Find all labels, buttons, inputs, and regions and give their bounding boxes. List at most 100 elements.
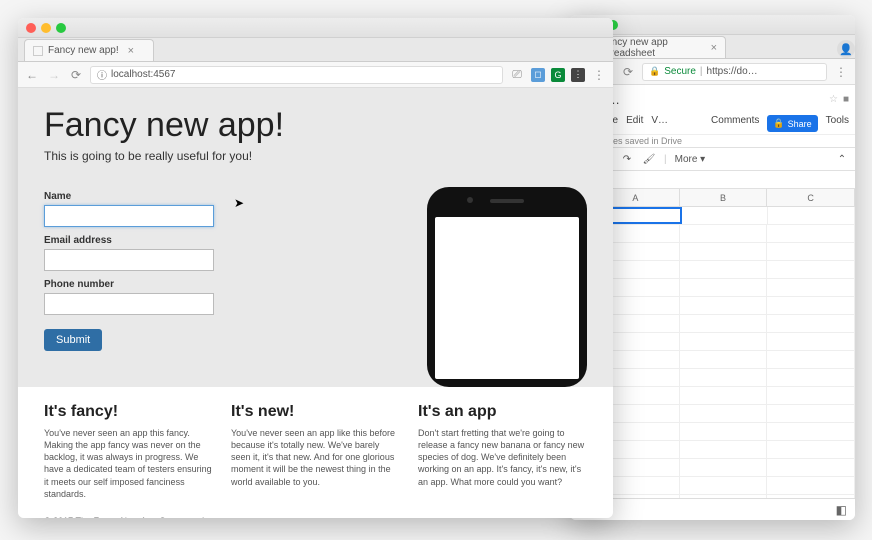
address-input[interactable]: 🔒 Secure | https://do… (642, 63, 827, 81)
cell[interactable] (767, 279, 855, 296)
cell[interactable] (680, 297, 768, 314)
name-input[interactable] (44, 205, 214, 227)
features-section: It's fancy! You've never seen an app thi… (18, 387, 613, 512)
explore-icon[interactable]: ◧ (836, 503, 847, 517)
feature-body: You've never seen an app this fancy. Mak… (44, 427, 213, 500)
cell[interactable] (767, 441, 855, 458)
extension-icon[interactable]: G (551, 68, 565, 82)
page-title: Fancy new app! (44, 106, 587, 145)
tab-title: Fancy new app spreadsheet (600, 37, 702, 59)
reload-icon[interactable]: ⟳ (620, 64, 636, 80)
comments-button[interactable]: Comments (711, 115, 759, 132)
cell[interactable] (680, 225, 768, 242)
tab-title: Fancy new app! (48, 45, 119, 56)
cell[interactable] (680, 261, 768, 278)
extension-icon[interactable]: ◻ (531, 68, 545, 82)
feature-body: You've never seen an app like this befor… (231, 427, 400, 488)
phone-screen (435, 217, 579, 379)
cell[interactable] (767, 261, 855, 278)
close-tab-icon[interactable]: × (711, 42, 717, 54)
feature-title: It's an app (418, 403, 587, 421)
folder-icon[interactable]: ■ (843, 94, 849, 105)
minimize-icon[interactable] (41, 23, 51, 33)
star-icon[interactable]: ☆ (829, 94, 838, 105)
lock-white-icon: 🔒 (773, 118, 784, 129)
cell[interactable] (767, 477, 855, 494)
signup-form: Name Email address Phone number Submit (44, 177, 407, 387)
cell[interactable] (680, 405, 768, 422)
cell[interactable] (767, 369, 855, 386)
lock-icon: 🔒 (649, 66, 660, 77)
info-icon[interactable]: ⓘ (97, 67, 107, 82)
cell[interactable] (680, 243, 768, 260)
feature-title: It's fancy! (44, 403, 213, 421)
email-input[interactable] (44, 249, 214, 271)
cell[interactable] (680, 477, 768, 494)
cell[interactable] (680, 279, 768, 296)
address-input[interactable]: ⓘ localhost:4567 (90, 66, 503, 84)
url-text: https://do… (707, 66, 758, 77)
reload-icon[interactable]: ⟳ (68, 67, 84, 83)
maximize-icon[interactable] (56, 23, 66, 33)
redo-icon[interactable]: ↷ (620, 152, 634, 166)
profile-icon[interactable]: 👤 (837, 40, 855, 58)
name-label: Name (44, 191, 407, 202)
email-label: Email address (44, 235, 407, 246)
chrome-tabbar: Fancy new app! × (18, 38, 613, 62)
feature-col: It's new! You've never seen an app like … (231, 403, 400, 500)
cell[interactable] (680, 441, 768, 458)
cell[interactable] (767, 405, 855, 422)
feature-title: It's new! (231, 403, 400, 421)
submit-button[interactable]: Submit (44, 329, 102, 351)
chrome-window: Fancy new app! × ← → ⟳ ⓘ localhost:4567 … (18, 18, 613, 518)
extension-icon[interactable]: ⋮ (571, 68, 585, 82)
menu-view[interactable]: V… (651, 115, 668, 132)
cell[interactable] (680, 351, 768, 368)
phone-input[interactable] (44, 293, 214, 315)
cell[interactable] (680, 369, 768, 386)
cell[interactable] (680, 333, 768, 350)
cast-icon[interactable]: ⎚ (509, 67, 525, 83)
cell[interactable] (767, 297, 855, 314)
collapse-icon[interactable]: ⌃ (835, 152, 849, 166)
cell[interactable] (767, 243, 855, 260)
browser-tab[interactable]: Fancy new app! × (24, 39, 154, 61)
cell[interactable] (767, 225, 855, 242)
feature-col: It's fancy! You've never seen an app thi… (44, 403, 213, 500)
share-button[interactable]: 🔒Share (767, 115, 817, 132)
phone-mockup (427, 187, 587, 387)
cell[interactable] (767, 459, 855, 476)
menu-tools[interactable]: Tools (826, 115, 849, 132)
cell[interactable] (680, 423, 768, 440)
close-icon[interactable] (26, 23, 36, 33)
col-header-b[interactable]: B (680, 189, 768, 206)
doc-name[interactable]: F… (599, 92, 824, 107)
secure-label: Secure (664, 66, 696, 77)
hero-section: Fancy new app! This is going to be reall… (18, 88, 613, 177)
col-header-c[interactable]: C (767, 189, 855, 206)
menu-edit[interactable]: Edit (626, 115, 643, 132)
feature-col: It's an app Don't start fretting that we… (418, 403, 587, 500)
paint-icon[interactable]: 🖌 (642, 152, 656, 166)
chrome-titlebar[interactable] (18, 18, 613, 38)
menu-icon[interactable]: ⋮ (833, 64, 849, 80)
cell[interactable] (680, 459, 768, 476)
cell[interactable] (682, 207, 769, 224)
cell[interactable] (767, 315, 855, 332)
back-icon[interactable]: ← (24, 67, 40, 83)
close-tab-icon[interactable]: × (128, 45, 134, 57)
cell[interactable] (680, 315, 768, 332)
sheets-menus: File Edit V… Comments 🔒Share Tools (576, 115, 849, 132)
menu-icon[interactable]: ⋮ (591, 67, 607, 83)
page-favicon-icon (33, 46, 43, 56)
cell[interactable] (680, 387, 768, 404)
cell[interactable] (767, 387, 855, 404)
toolbar-more[interactable]: More ▾ (675, 154, 706, 165)
forward-icon[interactable]: → (46, 67, 62, 83)
page-content: Fancy new app! This is going to be reall… (18, 88, 613, 518)
cell[interactable] (768, 207, 855, 224)
cell[interactable] (767, 351, 855, 368)
cell[interactable] (767, 333, 855, 350)
cell[interactable] (767, 423, 855, 440)
chrome-addrbar: ← → ⟳ ⓘ localhost:4567 ⎚ ◻ G ⋮ ⋮ (18, 62, 613, 88)
